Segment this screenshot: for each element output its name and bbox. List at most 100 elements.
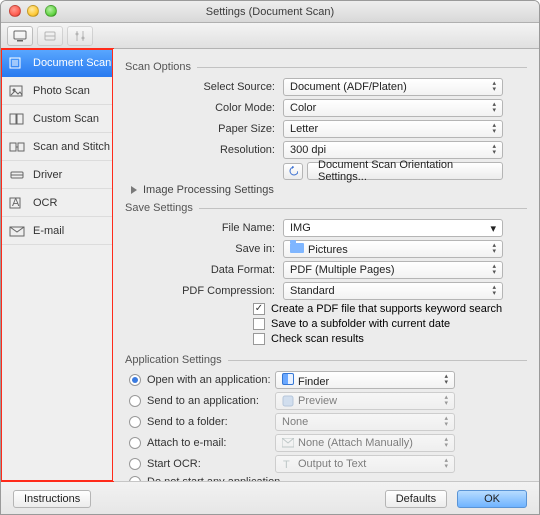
chevron-updown-icon xyxy=(492,243,496,255)
attach-mail-dropdown[interactable]: None (Attach Manually) xyxy=(275,434,455,452)
sidebar: Document Scan Photo Scan Custom Scan Sca… xyxy=(1,49,113,481)
toolbar xyxy=(1,23,539,49)
color-mode-dropdown[interactable]: Color xyxy=(283,99,503,117)
sidebar-item-ocr[interactable]: A OCR xyxy=(1,189,112,217)
sidebar-item-document-scan[interactable]: Document Scan xyxy=(1,49,112,77)
finder-icon xyxy=(282,373,294,385)
sidebar-item-photo-scan[interactable]: Photo Scan xyxy=(1,77,112,105)
sidebar-item-label: Custom Scan xyxy=(33,113,99,125)
check-results-checkbox[interactable] xyxy=(253,333,265,345)
pdf-compression-dropdown[interactable]: Standard xyxy=(283,282,503,300)
chevron-updown-icon xyxy=(444,437,448,449)
send-folder-dropdown[interactable]: None xyxy=(275,413,455,431)
folder-icon xyxy=(290,243,304,253)
attach-mail-label: Attach to e-mail: xyxy=(147,437,275,449)
paper-size-dropdown[interactable]: Letter xyxy=(283,120,503,138)
subfolder-label: Save to a subfolder with current date xyxy=(271,318,450,330)
save-settings-group: Save Settings File Name: IMG▾ Save in: P… xyxy=(125,202,527,348)
chevron-updown-icon xyxy=(444,416,448,428)
window-title: Settings (Document Scan) xyxy=(206,6,334,18)
defaults-button[interactable]: Defaults xyxy=(385,490,447,508)
email-icon xyxy=(9,224,25,238)
sidebar-item-custom-scan[interactable]: Custom Scan xyxy=(1,105,112,133)
disclosure-triangle-icon xyxy=(131,186,137,194)
sidebar-item-label: Driver xyxy=(33,169,62,181)
start-ocr-dropdown[interactable]: TOutput to Text xyxy=(275,455,455,473)
select-source-label: Select Source: xyxy=(125,81,283,93)
photo-scan-icon xyxy=(9,84,25,98)
instructions-button[interactable]: Instructions xyxy=(13,490,91,508)
application-settings-group: Application Settings Open with an applic… xyxy=(125,354,527,481)
chevron-updown-icon xyxy=(492,264,496,276)
resolution-label: Resolution: xyxy=(125,144,283,156)
chevron-updown-icon xyxy=(492,123,496,135)
sidebar-item-scan-and-stitch[interactable]: Scan and Stitch xyxy=(1,133,112,161)
image-processing-disclosure[interactable]: Image Processing Settings xyxy=(131,184,527,196)
scan-options-group: Scan Options Select Source: Document (AD… xyxy=(125,61,527,196)
send-app-label: Send to an application: xyxy=(147,395,275,407)
driver-icon xyxy=(9,168,25,182)
chevron-updown-icon xyxy=(444,395,448,407)
send-app-radio[interactable] xyxy=(129,395,141,407)
check-results-label: Check scan results xyxy=(271,333,364,345)
open-with-dropdown[interactable]: Finder xyxy=(275,371,455,389)
close-window-icon[interactable] xyxy=(9,5,21,17)
start-ocr-radio[interactable] xyxy=(129,458,141,470)
scan-stitch-icon xyxy=(9,140,25,154)
save-settings-legend: Save Settings xyxy=(125,202,199,214)
chevron-updown-icon xyxy=(492,285,496,297)
svg-text:T: T xyxy=(283,459,290,469)
sidebar-item-label: Photo Scan xyxy=(33,85,90,97)
save-in-label: Save in: xyxy=(125,243,283,255)
sliders-icon xyxy=(74,30,86,42)
orientation-settings-button[interactable]: Document Scan Orientation Settings... xyxy=(307,162,503,180)
send-app-dropdown[interactable]: Preview xyxy=(275,392,455,410)
document-scan-icon xyxy=(9,56,25,70)
footer: Instructions Defaults OK xyxy=(1,481,539,515)
save-in-dropdown[interactable]: Pictures xyxy=(283,240,503,258)
sidebar-item-label: Document Scan xyxy=(33,57,111,69)
open-with-label: Open with an application: xyxy=(147,374,275,386)
content-pane: Scan Options Select Source: Document (AD… xyxy=(113,49,539,481)
custom-scan-icon xyxy=(9,112,25,126)
select-source-dropdown[interactable]: Document (ADF/Platen) xyxy=(283,78,503,96)
file-name-field[interactable]: IMG▾ xyxy=(283,219,503,237)
do-not-start-radio[interactable] xyxy=(129,476,141,481)
zoom-window-icon[interactable] xyxy=(45,5,57,17)
preview-icon xyxy=(282,395,294,407)
sidebar-item-email[interactable]: E-mail xyxy=(1,217,112,245)
attach-mail-radio[interactable] xyxy=(129,437,141,449)
ok-button[interactable]: OK xyxy=(457,490,527,508)
send-folder-label: Send to a folder: xyxy=(147,416,275,428)
toolbar-scan-from-computer-button[interactable] xyxy=(7,26,33,46)
scan-options-legend: Scan Options xyxy=(125,61,197,73)
open-with-radio[interactable] xyxy=(129,374,141,386)
chevron-updown-icon xyxy=(444,374,448,386)
file-name-label: File Name: xyxy=(125,222,283,234)
window-controls xyxy=(9,5,57,17)
subfolder-checkbox[interactable] xyxy=(253,318,265,330)
minimize-window-icon[interactable] xyxy=(27,5,39,17)
chevron-updown-icon xyxy=(492,81,496,93)
toolbar-scan-from-panel-button[interactable] xyxy=(37,26,63,46)
sidebar-item-driver[interactable]: Driver xyxy=(1,161,112,189)
toolbar-general-settings-button[interactable] xyxy=(67,26,93,46)
defaults-small-button[interactable] xyxy=(283,163,303,180)
start-ocr-label: Start OCR: xyxy=(147,458,275,470)
data-format-label: Data Format: xyxy=(125,264,283,276)
mail-icon xyxy=(282,438,294,448)
image-processing-label: Image Processing Settings xyxy=(143,184,274,196)
chevron-down-icon: ▾ xyxy=(490,222,496,235)
send-folder-radio[interactable] xyxy=(129,416,141,428)
data-format-dropdown[interactable]: PDF (Multiple Pages) xyxy=(283,261,503,279)
application-settings-legend: Application Settings xyxy=(125,354,228,366)
resolution-dropdown[interactable]: 300 dpi xyxy=(283,141,503,159)
sidebar-item-label: OCR xyxy=(33,197,57,209)
reset-icon xyxy=(288,166,298,176)
pdf-compression-label: PDF Compression: xyxy=(125,285,283,297)
title-bar: Settings (Document Scan) xyxy=(1,1,539,23)
keyword-search-checkbox[interactable] xyxy=(253,303,265,315)
do-not-start-label: Do not start any application xyxy=(147,476,280,481)
sidebar-item-label: E-mail xyxy=(33,225,64,237)
color-mode-label: Color Mode: xyxy=(125,102,283,114)
